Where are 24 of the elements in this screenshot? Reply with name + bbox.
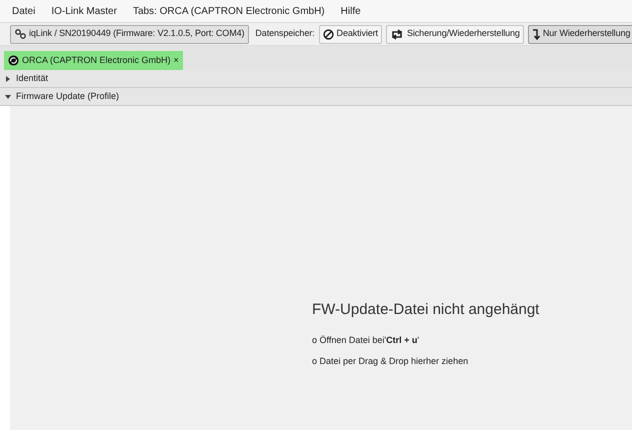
tab-title: ORCA (CAPTRON Electronic GmbH) [22,54,171,67]
menu-item[interactable]: IO-Link Master [51,4,117,18]
prohibited-icon [322,28,334,40]
hint-text: o Öffnen Datei bei'Ctrl + u' [312,334,420,346]
expanded-triangle-icon [5,94,11,100]
document-tab[interactable]: ORCA (CAPTRON Electronic GmbH) × [4,51,183,70]
menu-item[interactable]: Tabs: ORCA (CAPTRON Electronic GmbH) [132,4,325,18]
storage-mode-button[interactable]: Deaktiviert [318,24,382,44]
section-header[interactable]: Firmware Update (Profile) [0,88,632,106]
empty-state-title: FW-Update-Datei nicht angehängt [312,300,540,320]
section-header[interactable]: Identität [0,70,632,88]
storage-mode-button[interactable]: Sicherung/Wiederherstellung [386,24,524,44]
hint-text: o Datei per Drag & Drop hierher ziehen [312,355,470,368]
menu-item[interactable]: Datei [12,4,36,18]
cycle-arrows-icon [390,28,404,40]
link-icon [15,29,26,39]
logo-icon [8,55,19,66]
down-arrow-icon [532,28,540,40]
storage-label: Datenspeicher: [255,27,315,40]
close-icon[interactable]: × [174,54,179,68]
device-button[interactable]: iqLink / SN20190449 (Firmware: V2.1.0.5, Port: COM4) [10,24,250,44]
storage-mode-button[interactable]: Nur Wiederherstellung [528,24,632,44]
collapsed-triangle-icon [5,76,11,82]
menu-item[interactable]: Hilfe [340,4,361,18]
